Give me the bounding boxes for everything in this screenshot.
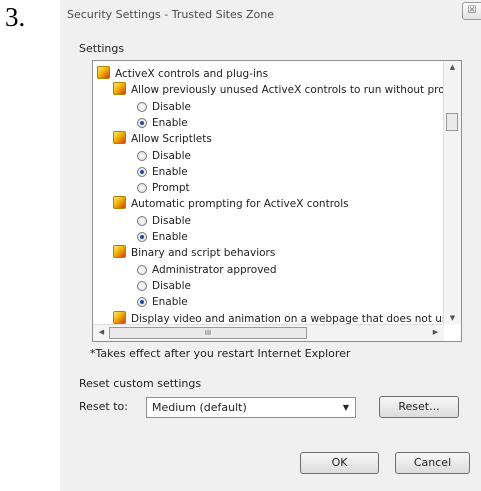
radio-checked-icon[interactable] [137,297,147,308]
radio-option[interactable]: Administrator approved [137,262,277,278]
list-item-label: Disable [152,149,191,162]
shield-setting-icon [113,82,126,96]
radio-unchecked-icon[interactable] [137,183,147,194]
horizontal-scroll-thumb[interactable]: III [109,327,307,339]
security-settings-dialog: Security Settings - Trusted Sites Zone ☒… [60,0,481,491]
radio-unchecked-icon[interactable] [137,150,147,161]
list-item-label: Disable [152,100,191,113]
radio-option[interactable]: Disable [137,148,191,164]
reset-level-value: Medium (default) [152,401,247,414]
reset-section-label: Reset custom settings [79,377,202,390]
list-item-label: Automatic prompting for ActiveX controls [131,198,349,211]
close-icon[interactable]: ☒ [462,2,481,20]
dialog-title: Security Settings - Trusted Sites Zone [67,8,274,21]
radio-option[interactable]: Disable [137,99,191,115]
radio-option[interactable]: Disable [137,213,191,229]
radio-unchecked-icon[interactable] [137,215,147,226]
shield-setting-icon [113,196,126,210]
radio-checked-icon[interactable] [137,166,147,177]
list-item-label: Enable [152,231,188,243]
settings-item: Automatic prompting for ActiveX controls [113,196,349,212]
list-item-label: Administrator approved [152,263,277,276]
list-item-label: Enable [152,165,188,178]
list-item-label: Display video and animation on a webpage… [131,312,454,325]
shield-setting-icon [113,310,126,324]
list-item-label: Prompt [152,182,190,195]
step-number: 3. [5,2,26,32]
radio-unchecked-icon[interactable] [137,280,147,291]
radio-option[interactable]: Enable [137,164,188,180]
cancel-button[interactable]: Cancel [395,452,470,474]
settings-label: Settings [79,42,125,55]
list-item-label: Allow Scriptlets [131,133,212,146]
radio-unchecked-icon[interactable] [137,264,147,275]
shield-setting-icon [97,66,110,79]
radio-option[interactable]: Enable [137,294,188,310]
settings-item: Binary and script behaviors [113,245,275,261]
shield-setting-icon [113,131,126,145]
radio-option[interactable]: Enable [137,115,188,131]
list-item-label: Allow previously unused ActiveX controls… [131,84,452,97]
shield-setting-icon [113,245,126,259]
chevron-down-icon: ▼ [342,403,349,412]
radio-unchecked-icon[interactable] [137,101,147,112]
settings-listbox[interactable]: ActiveX controls and plug-ins Allow previ… [92,60,462,342]
list-item-label: Enable [152,296,188,309]
settings-item: Allow previously unused ActiveX controls… [113,82,451,98]
radio-option[interactable]: Disable [137,278,191,294]
ok-button[interactable]: OK [300,452,379,474]
list-item-label: Enable [152,116,188,129]
radio-checked-icon[interactable] [137,232,147,242]
radio-option[interactable]: Prompt [137,180,190,196]
settings-item: Allow Scriptlets [113,131,212,147]
radio-checked-icon[interactable] [137,117,147,128]
horizontal-scrollbar[interactable]: ◀ III ▶ [93,324,444,341]
vertical-scroll-thumb[interactable] [446,113,458,131]
scroll-left-arrow-icon[interactable]: ◀ [93,328,110,336]
scroll-up-arrow-icon[interactable]: ▲ [444,63,461,71]
radio-option[interactable]: Enable [137,229,188,245]
restart-footnote: *Takes effect after you restart Internet… [90,347,351,360]
list-item-label: Binary and script behaviors [131,247,276,260]
reset-to-label: Reset to: [79,400,128,413]
list-item-label: Disable [152,214,191,227]
scroll-right-arrow-icon[interactable]: ▶ [427,328,444,336]
settings-category: ActiveX controls and plug-ins [97,66,268,82]
vertical-scrollbar[interactable]: ▲ ▼ [443,61,461,324]
scroll-down-arrow-icon[interactable]: ▼ [444,314,461,322]
reset-button[interactable]: Reset... [379,396,459,418]
reset-level-select[interactable]: Medium (default) ▼ [146,397,356,418]
list-item-label: ActiveX controls and plug-ins [115,68,269,80]
list-item-label: Disable [152,279,191,292]
